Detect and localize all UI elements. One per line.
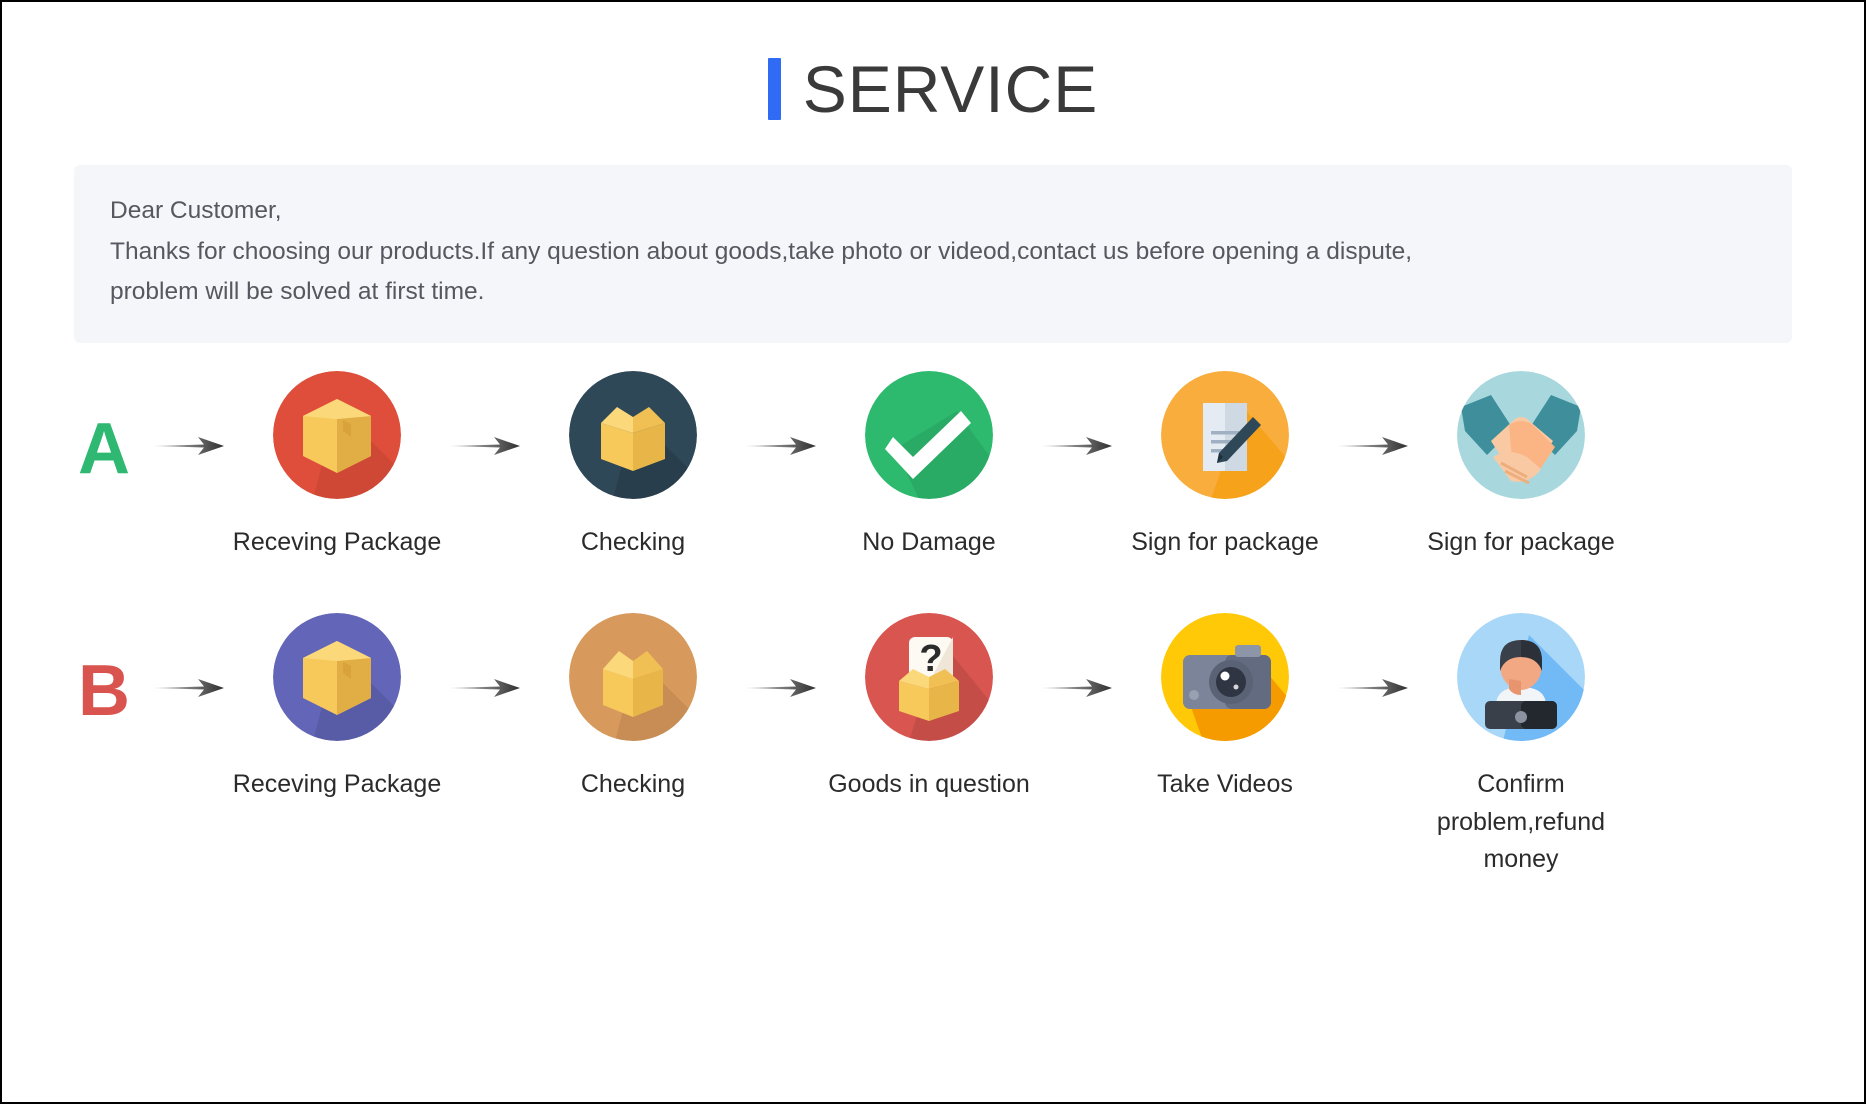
service-page: SERVICE Dear Customer, Thanks for choosi… [0,0,1866,1104]
step-checking-a: Checking [528,370,738,562]
notice-line-2: Thanks for choosing our products.If any … [110,237,1413,265]
step-label: No Damage [862,527,996,556]
step-label: Confirm problem,refund money [1436,770,1606,874]
title-accent-bar [767,58,781,120]
step-label: Checking [580,770,686,799]
right-arrow-icon [1034,613,1120,763]
check-mark-icon [865,370,993,499]
right-arrow-icon [146,371,232,521]
step-label: Take Videos [1157,770,1293,799]
question-box-icon: ? [865,613,993,742]
right-arrow-icon [1330,371,1416,521]
right-arrow-icon [442,371,528,521]
right-arrow-icon [146,613,232,763]
step-sign-for-package-a: Sign for package [1120,370,1330,562]
flow-row-a: A Receving Package Checking No Damage Si… [62,370,1804,562]
flow-badge-b: B [78,651,130,732]
step-take-videos-b: Take Videos [1120,613,1330,804]
step-label: Goods in question [828,770,1030,799]
right-arrow-icon [442,613,528,763]
open-box-icon [569,613,697,742]
support-agent-icon [1457,613,1585,742]
step-checking-b: Checking [528,613,738,804]
step-label: Sign for package [1131,527,1319,556]
customer-notice-box: Dear Customer, Thanks for choosing our p… [74,165,1792,343]
handshake-icon [1457,370,1585,499]
page-title-text: SERVICE [802,52,1099,126]
step-receiving-package-a: Receving Package [232,370,442,562]
package-box-icon [273,613,401,742]
right-arrow-icon [738,613,824,763]
right-arrow-icon [1330,613,1416,763]
page-title: SERVICE [2,50,1864,128]
step-receiving-package-b: Receving Package [232,613,442,804]
step-label: Sign for package [1427,527,1615,556]
flow-row-b: B Receving Package Checking ? Goods in q… [62,613,1804,879]
open-box-icon [569,370,697,499]
package-box-icon [273,370,401,499]
step-sign-for-package-a-2: Sign for package [1416,370,1626,562]
step-confirm-refund-b: Confirm problem,refund money [1416,613,1626,879]
step-label: Checking [580,527,686,556]
step-label: Receving Package [232,770,442,799]
right-arrow-icon [1034,371,1120,521]
flow-badge-a: A [78,408,130,489]
step-label: Receving Package [232,527,442,556]
notice-line-1: Dear Customer, [110,197,282,224]
step-goods-in-question-b: ? Goods in question [824,613,1034,804]
camera-icon [1161,613,1289,742]
step-no-damage-a: No Damage [824,370,1034,562]
right-arrow-icon [738,371,824,521]
document-sign-icon [1161,370,1289,499]
notice-line-3: problem will be solved at first time. [110,278,485,306]
